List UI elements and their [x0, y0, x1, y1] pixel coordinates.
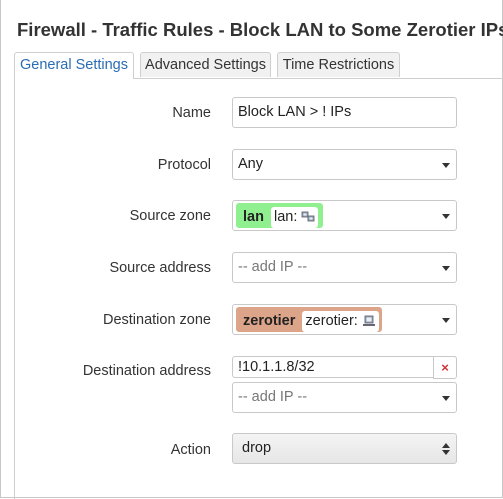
destination-zone-badge: zerotier zerotier:: [236, 307, 382, 332]
action-value: drop: [242, 440, 272, 456]
chevron-down-icon: [442, 266, 450, 271]
protocol-label: Protocol: [157, 157, 211, 173]
protocol-value: Any: [238, 156, 263, 172]
source-address-placeholder: -- add IP --: [238, 259, 308, 275]
select-updown-icon: [442, 443, 450, 455]
destination-address-add-select[interactable]: -- add IP --: [232, 382, 457, 413]
chevron-down-icon: [442, 396, 450, 401]
network-interfaces-icon: [302, 211, 315, 222]
destination-zone-name: zerotier: [243, 313, 296, 329]
chevron-down-icon: [442, 163, 450, 168]
page-title: Firewall - Traffic Rules - Block LAN to …: [17, 19, 503, 40]
chevron-down-icon: [442, 214, 450, 219]
action-label: Action: [170, 442, 211, 458]
network-interface-icon: [362, 315, 375, 327]
chevron-down-icon: [442, 318, 450, 323]
source-address-select[interactable]: -- add IP --: [232, 252, 457, 283]
tab-general-settings[interactable]: General Settings: [14, 52, 134, 79]
tab-advanced-settings[interactable]: Advanced Settings: [140, 52, 271, 77]
remove-entry-button[interactable]: ×: [433, 356, 457, 379]
destination-address-placeholder: -- add IP --: [238, 389, 308, 405]
source-zone-name: lan: [243, 209, 264, 225]
tab-time-restrictions[interactable]: Time Restrictions: [277, 52, 400, 77]
destination-zone-iface-chip: zerotier:: [302, 311, 379, 332]
source-zone-iface-chip: lan:: [270, 207, 319, 228]
source-zone-badge: lan lan:: [236, 203, 323, 228]
close-icon: ×: [441, 360, 449, 375]
destination-zone-select[interactable]: zerotier zerotier:: [232, 304, 457, 335]
protocol-select[interactable]: Any: [232, 149, 457, 180]
tab-bar: General Settings Advanced Settings Time …: [14, 52, 503, 79]
destination-address-value: !10.1.1.8/32: [238, 359, 315, 375]
name-input[interactable]: Block LAN > ! IPs: [232, 97, 457, 128]
destination-address-entry[interactable]: !10.1.1.8/32 ×: [232, 356, 457, 379]
action-select[interactable]: drop: [232, 433, 457, 464]
source-zone-select[interactable]: lan lan:: [232, 200, 457, 231]
source-zone-iface: lan:: [273, 209, 298, 225]
source-zone-label: Source zone: [129, 208, 211, 224]
destination-zone-iface: zerotier:: [305, 313, 358, 329]
destination-address-label: Destination address: [82, 363, 211, 379]
source-address-label: Source address: [109, 260, 211, 276]
name-label: Name: [172, 105, 211, 121]
destination-zone-label: Destination zone: [102, 312, 211, 328]
